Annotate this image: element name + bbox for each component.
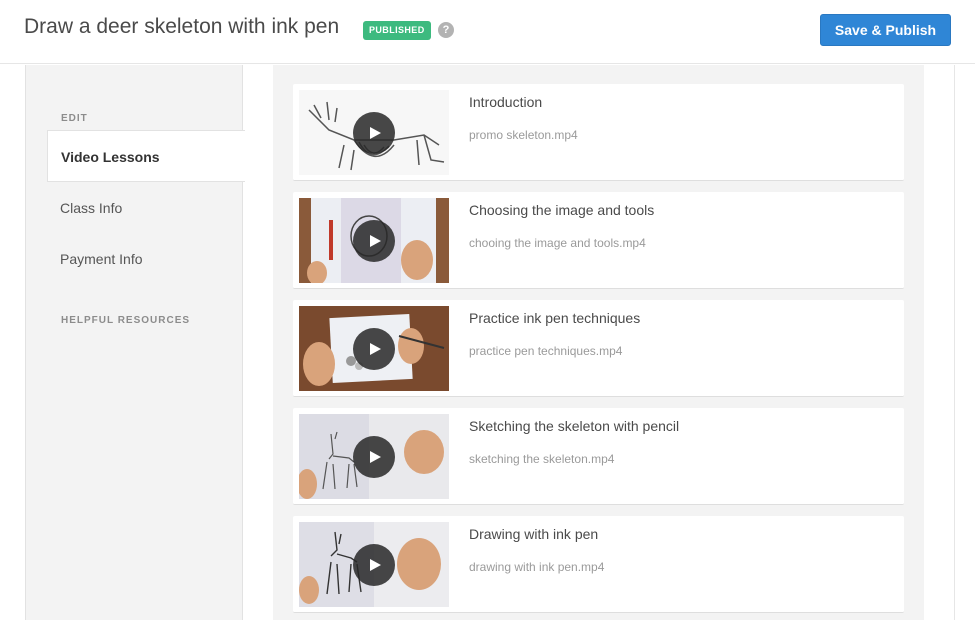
- save-publish-button[interactable]: Save & Publish: [820, 14, 951, 46]
- lesson-title: Practice ink pen techniques: [469, 310, 641, 326]
- right-divider: [954, 65, 955, 620]
- play-icon[interactable]: [353, 436, 395, 478]
- lesson-title: Sketching the skeleton with pencil: [469, 418, 680, 434]
- question-circle-icon[interactable]: ?: [438, 22, 454, 38]
- status-badge: PUBLISHED: [363, 21, 431, 40]
- play-icon[interactable]: [353, 328, 395, 370]
- lesson-title: Choosing the image and tools: [469, 202, 655, 218]
- play-icon[interactable]: [353, 544, 395, 586]
- lesson-card[interactable]: Introduction promo skeleton.mp4: [293, 84, 904, 181]
- play-icon[interactable]: [353, 220, 395, 262]
- page-title: Draw a deer skeleton with ink pen: [24, 15, 340, 38]
- sidebar-item-video-lessons[interactable]: Video Lessons: [47, 130, 245, 182]
- sidebar-section-edit: EDIT: [61, 113, 88, 124]
- video-thumbnail[interactable]: [299, 198, 449, 283]
- sidebar-item-class-info[interactable]: Class Info: [47, 182, 244, 234]
- lesson-card[interactable]: Practice ink pen techniques practice pen…: [293, 300, 904, 397]
- video-thumbnail[interactable]: [299, 414, 449, 499]
- lesson-filename: sketching the skeleton.mp4: [469, 452, 615, 466]
- lesson-card[interactable]: Choosing the image and tools chooing the…: [293, 192, 904, 289]
- lesson-filename: chooing the image and tools.mp4: [469, 236, 646, 250]
- lesson-filename: promo skeleton.mp4: [469, 128, 578, 142]
- video-thumbnail[interactable]: [299, 306, 449, 391]
- lesson-title: Introduction: [469, 94, 543, 110]
- top-bar: Draw a deer skeleton with ink pen PUBLIS…: [0, 0, 975, 64]
- lesson-card[interactable]: Drawing with ink pen drawing with ink pe…: [293, 516, 904, 613]
- video-thumbnail[interactable]: [299, 522, 449, 607]
- play-icon[interactable]: [353, 112, 395, 154]
- lessons-panel: Introduction promo skeleton.mp4 Choosing…: [273, 65, 924, 620]
- video-thumbnail[interactable]: [299, 90, 449, 175]
- lesson-title: Drawing with ink pen: [469, 526, 599, 542]
- sidebar-section-helpful-resources: HELPFUL RESOURCES: [61, 315, 191, 326]
- lesson-filename: practice pen techniques.mp4: [469, 344, 623, 358]
- sidebar-item-payment-info[interactable]: Payment Info: [47, 233, 244, 285]
- sidebar: EDIT Video Lessons Class Info Payment In…: [25, 65, 245, 620]
- lesson-card[interactable]: Sketching the skeleton with pencil sketc…: [293, 408, 904, 505]
- lesson-filename: drawing with ink pen.mp4: [469, 560, 605, 574]
